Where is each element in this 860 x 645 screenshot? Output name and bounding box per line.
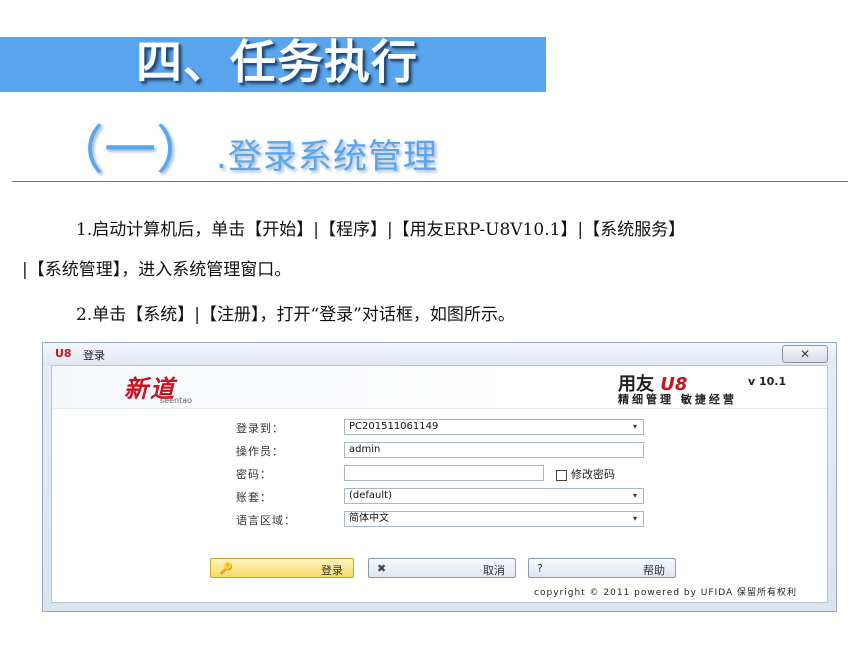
server-select[interactable]: PC201511061149 ▾ <box>344 419 644 435</box>
server-label: 登录到： <box>236 422 284 435</box>
cancel-button[interactable]: ✖ 取消 <box>368 558 516 578</box>
chevron-down-icon[interactable]: ▾ <box>627 420 643 434</box>
change-password-label: 修改密码 <box>571 468 615 481</box>
dialog-body: 新道 seentao 用友 U8 v 10.1 精细管理 敏捷经营 登录到： P… <box>51 365 828 603</box>
help-button-label: 帮助 <box>643 564 665 577</box>
login-dialog: U8 登录 ✕ 新道 seentao 用友 U8 v 10.1 精细管理 敏捷经… <box>42 342 837 612</box>
chevron-down-icon[interactable]: ▾ <box>627 512 643 526</box>
cancel-button-label: 取消 <box>483 564 505 577</box>
account-select[interactable]: (default) ▾ <box>344 488 644 504</box>
seentao-logo-sub: seentao <box>160 396 193 405</box>
help-icon: ? <box>537 562 543 575</box>
password-input[interactable] <box>344 465 544 481</box>
subtitle-number: （一） <box>52 121 209 181</box>
u8-logo-icon: U8 <box>55 347 72 360</box>
step1-line1: 1.启动计算机后，单击【开始】|【程序】|【用友ERP-U8V10.1】|【系统… <box>76 220 686 240</box>
server-value: PC201511061149 <box>349 421 439 432</box>
language-select[interactable]: 简体中文 ▾ <box>344 511 644 527</box>
copyright-text: copyright © 2011 powered by UFIDA 保留所有权利 <box>534 588 797 598</box>
key-icon: 🔑 <box>219 562 233 575</box>
dialog-titlebar: U8 登录 ✕ <box>43 343 836 365</box>
step2-text: 2.单击【系统】|【注册】，打开“登录”对话框，如图所示。 <box>76 305 515 325</box>
slide-title: 四、任务执行 <box>136 35 418 89</box>
version-label: v 10.1 <box>748 375 787 388</box>
step1-line2: |【系统管理】，进入系统管理窗口。 <box>22 260 292 280</box>
close-button[interactable]: ✕ <box>782 345 828 363</box>
subtitle-text: .登录系统管理 <box>216 137 438 177</box>
operator-value: admin <box>349 444 381 455</box>
dialog-title: 登录 <box>83 349 105 362</box>
account-value: (default) <box>349 490 392 501</box>
operator-input[interactable]: admin <box>344 442 644 458</box>
language-label: 语言区域： <box>236 514 296 527</box>
login-button-label: 登录 <box>321 564 343 577</box>
divider-line <box>12 181 848 182</box>
language-value: 简体中文 <box>349 513 389 524</box>
close-icon: ✖ <box>377 562 387 575</box>
login-button[interactable]: 🔑 登录 <box>210 558 354 578</box>
chevron-down-icon[interactable]: ▾ <box>627 489 643 503</box>
account-label: 账套： <box>236 491 272 504</box>
checkbox-icon[interactable] <box>556 469 567 481</box>
subtitle-row: （一） .登录系统管理 <box>52 108 438 181</box>
help-button[interactable]: ? 帮助 <box>528 558 676 578</box>
brand-slogan: 精细管理 敏捷经营 <box>618 393 737 406</box>
password-label: 密码： <box>236 468 272 481</box>
change-password-checkbox[interactable]: 修改密码 <box>556 466 615 482</box>
operator-label: 操作员： <box>236 445 284 458</box>
brand-header: 新道 seentao 用友 U8 v 10.1 精细管理 敏捷经营 <box>52 366 827 409</box>
